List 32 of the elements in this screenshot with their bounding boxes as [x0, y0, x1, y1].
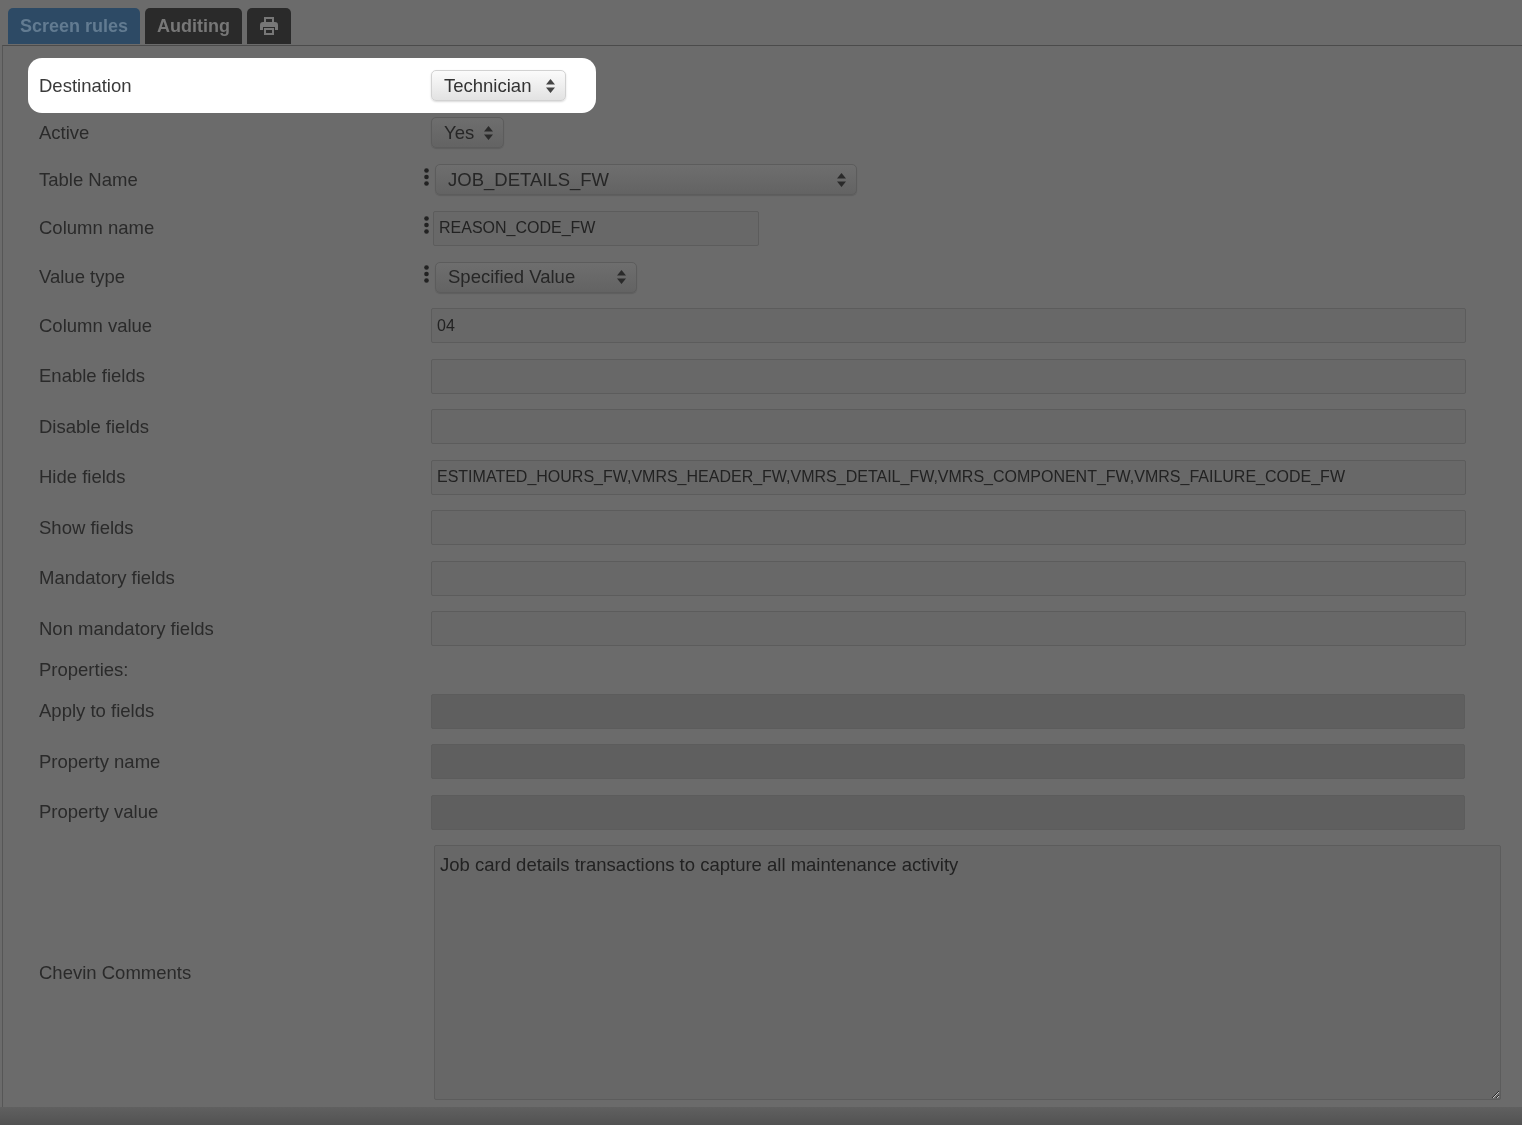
field-label: Apply to fields — [39, 700, 156, 723]
field-label: Hide fields — [39, 466, 127, 489]
field-label: Active — [39, 121, 91, 144]
field-label: Table Name — [39, 168, 139, 191]
up-down-arrows-icon — [837, 172, 846, 187]
text-field[interactable]: 04 — [431, 308, 1466, 344]
dropdown[interactable]: JOB_DETAILS_FW — [435, 164, 857, 195]
text-field[interactable]: REASON_CODE_FW — [433, 210, 759, 246]
field-label: Show fields — [39, 516, 135, 539]
dropdown[interactable]: Technician — [431, 70, 566, 101]
field-label: Non mandatory fields — [39, 617, 215, 640]
section-heading: Properties: — [39, 659, 129, 681]
text-field[interactable]: ESTIMATED_HOURS_FW,VMRS_HEADER_FW,VMRS_DETAIL_FW,VMRS_COMPONENT_FW,VMRS_FAILURE_CODE_FW — [431, 459, 1466, 495]
field-label: Column name — [39, 217, 156, 240]
field-label: Value type — [39, 266, 127, 288]
up-down-arrows-icon — [617, 270, 626, 284]
printer-icon — [260, 17, 279, 35]
field-label: Destination — [39, 74, 133, 97]
text-area[interactable]: Job card details transactions to capture all maintenance activity — [434, 845, 1501, 1100]
up-down-arrows-icon — [484, 125, 493, 140]
dropdown[interactable]: Specified Value — [435, 261, 637, 293]
print-tab[interactable] — [247, 8, 292, 44]
dropdown[interactable]: Yes — [431, 117, 504, 148]
field-label: Disable fields — [39, 415, 151, 438]
field-label: Enable fields — [39, 365, 146, 388]
field-label: Property value — [39, 801, 160, 824]
field-label: Property name — [39, 750, 162, 773]
field-label: Mandatory fields — [39, 567, 176, 590]
field-label: Chevin Comments — [39, 961, 193, 984]
up-down-arrows-icon — [546, 78, 555, 93]
tab[interactable]: Auditing — [145, 8, 243, 44]
field-label: Column value — [39, 314, 154, 337]
